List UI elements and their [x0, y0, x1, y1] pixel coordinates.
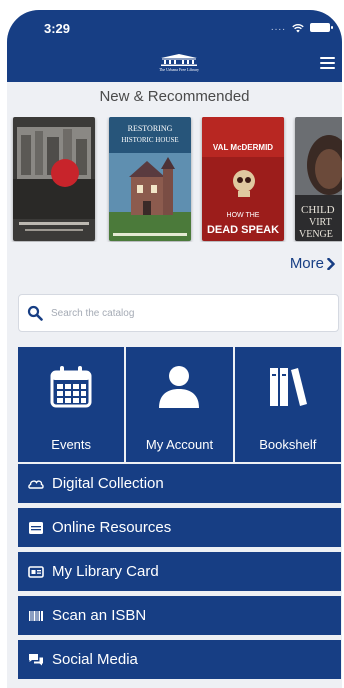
search-input[interactable]: [51, 307, 321, 319]
book-cover[interactable]: RESTORING HISTORIC HOUSE: [109, 117, 191, 241]
svg-text:VIRT: VIRT: [309, 217, 332, 228]
calendar-icon: [48, 364, 94, 410]
tile-label: Events: [51, 437, 92, 452]
logo-text: The Urbana Free Library: [158, 67, 200, 72]
menu-item-label: Social Media: [52, 651, 138, 668]
chat-icon: [28, 653, 44, 667]
menu-item-my-library-card[interactable]: My Library Card: [18, 552, 341, 591]
svg-text:CHILD: CHILD: [301, 204, 335, 216]
section-title: New & Recommended: [99, 88, 250, 105]
menu-item-label: Scan an ISBN: [52, 607, 147, 624]
menu-list: Digital Collection Online Resources My L…: [18, 464, 341, 684]
browser-icon: [28, 521, 44, 535]
svg-text:DEAD SPEAK: DEAD SPEAK: [207, 224, 279, 236]
tile-label: Bookshelf: [259, 437, 317, 452]
hamburger-menu-icon[interactable]: [320, 57, 335, 69]
book-cover-image: RESTORING HISTORIC HOUSE: [109, 117, 191, 241]
quick-tiles: Events My Account Bookshelf: [18, 347, 341, 462]
battery-icon: [310, 23, 333, 32]
cloud-icon: [28, 477, 44, 491]
library-building-icon: [161, 54, 197, 66]
menu-item-online-resources[interactable]: Online Resources: [18, 508, 341, 547]
svg-text:HOW THE: HOW THE: [227, 212, 260, 219]
book-cover-image: CHILD VIRT VENGE: [295, 117, 342, 241]
book-cover[interactable]: [13, 117, 95, 241]
status-icons: ....: [270, 22, 333, 33]
card-icon: [28, 565, 44, 579]
search-icon: [27, 305, 43, 321]
menu-item-scan-isbn[interactable]: Scan an ISBN: [18, 596, 341, 635]
library-logo[interactable]: The Urbana Free Library: [147, 54, 211, 76]
menu-item-label: Online Resources: [52, 519, 172, 536]
svg-text:HISTORIC HOUSE: HISTORIC HOUSE: [121, 136, 178, 144]
menu-item-social-media[interactable]: Social Media: [18, 640, 341, 679]
svg-text:VAL McDERMID: VAL McDERMID: [213, 143, 273, 152]
svg-text:VENGE: VENGE: [299, 229, 333, 240]
top-bar: 3:29 .... The Urbana Free Library: [7, 10, 342, 82]
app-screen: 3:29 .... The Urbana Free Library New & …: [7, 10, 342, 688]
tile-events[interactable]: Events: [18, 347, 125, 462]
menu-item-label: My Library Card: [52, 563, 159, 580]
tile-my-account[interactable]: My Account: [126, 347, 233, 462]
tile-label: My Account: [145, 437, 214, 452]
barcode-icon: [28, 609, 44, 623]
more-label: More: [289, 255, 324, 272]
book-cover[interactable]: VAL McDERMID HOW THE DEAD SPEAK: [202, 117, 284, 241]
tile-bookshelf[interactable]: Bookshelf: [234, 347, 341, 462]
status-time: 3:29: [44, 21, 71, 36]
book-cover-image: VAL McDERMID HOW THE DEAD SPEAK: [202, 117, 284, 241]
menu-item-digital-collection[interactable]: Digital Collection: [18, 464, 341, 503]
book-carousel[interactable]: RESTORING HISTORIC HOUSE VAL McDERMID HO…: [7, 117, 342, 242]
wifi-icon: [292, 23, 304, 32]
book-cover-image: [13, 117, 95, 241]
menu-item-label: Digital Collection: [52, 475, 164, 492]
more-link[interactable]: More: [290, 255, 335, 272]
svg-text:RESTORING: RESTORING: [128, 124, 173, 133]
book-cover[interactable]: CHILD VIRT VENGE: [295, 117, 342, 241]
books-icon: [265, 364, 311, 410]
person-icon: [156, 364, 202, 410]
chevron-right-icon: [327, 257, 335, 270]
signal-icon: ....: [270, 22, 286, 33]
search-bar[interactable]: [18, 294, 339, 332]
